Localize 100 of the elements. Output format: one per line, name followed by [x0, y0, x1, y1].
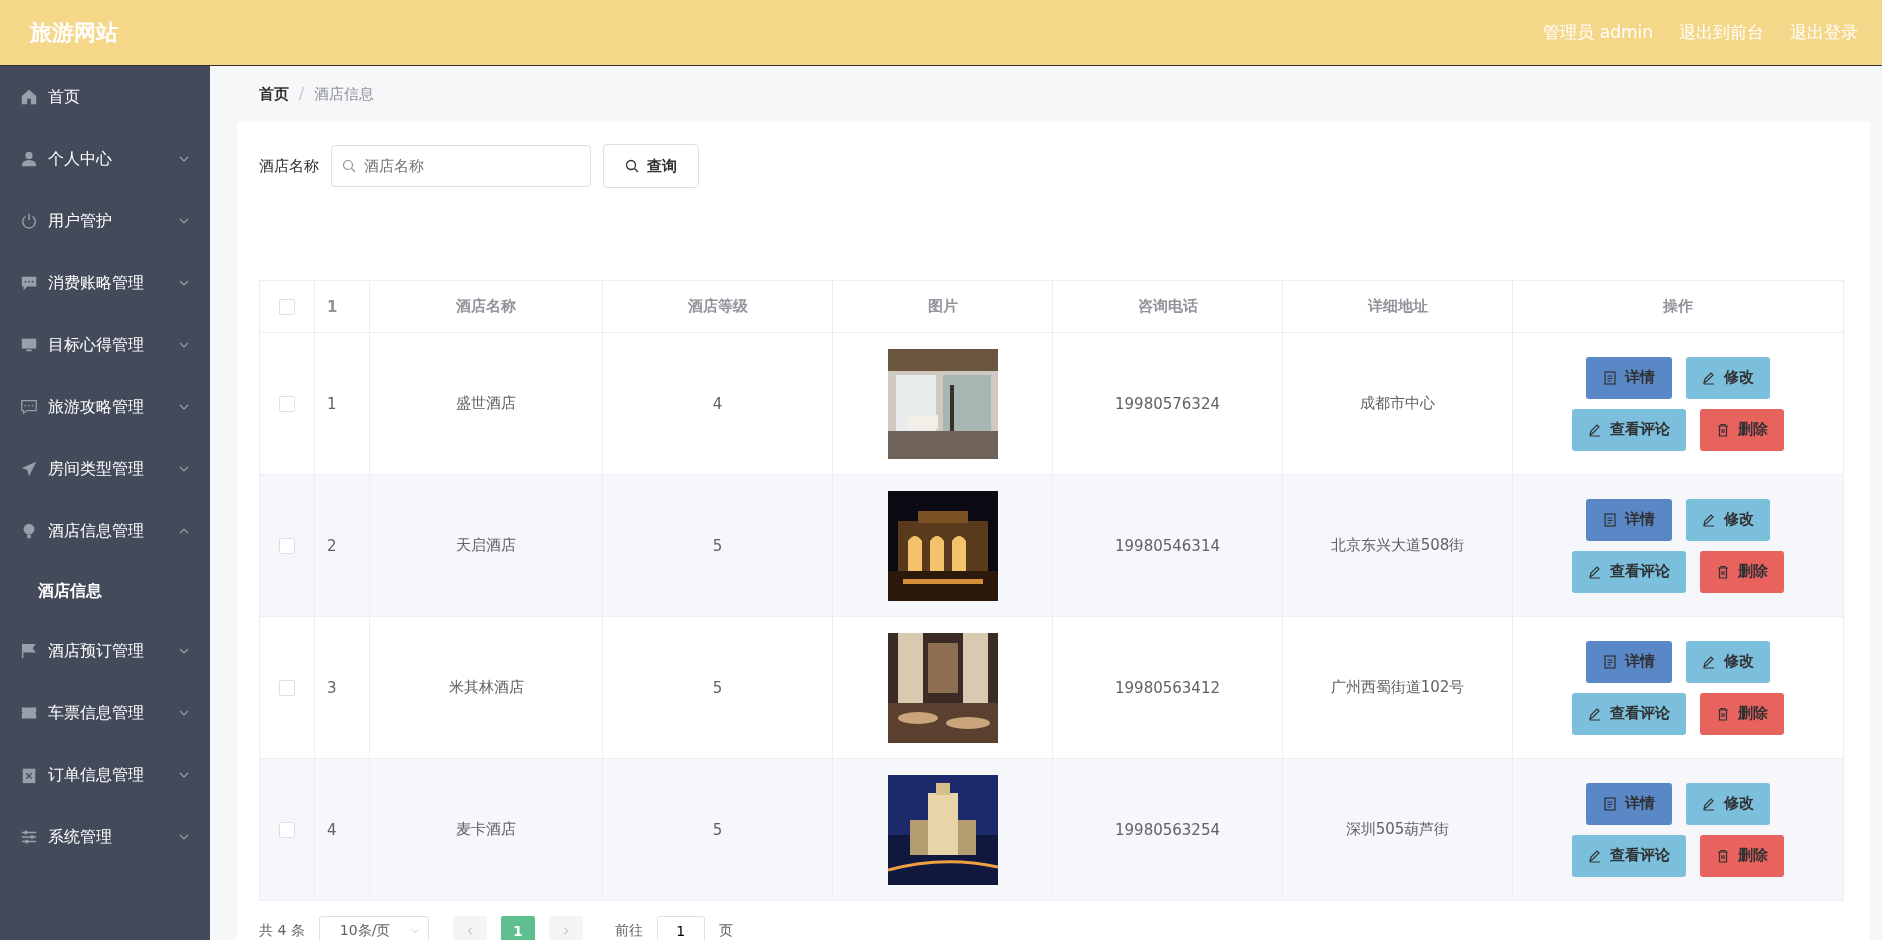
- chat-outline-icon: [20, 398, 38, 416]
- delete-button[interactable]: 删除: [1700, 834, 1784, 877]
- pencil-icon: [1702, 512, 1716, 527]
- sidebar-item[interactable]: 房间类型管理: [0, 438, 210, 500]
- checkbox[interactable]: [279, 396, 295, 412]
- checkbox[interactable]: [279, 822, 295, 838]
- trash-icon: [1716, 422, 1730, 437]
- sliders-icon: [20, 828, 38, 846]
- comments-button[interactable]: 查看评论: [1572, 550, 1686, 593]
- detail-button[interactable]: 详情: [1586, 640, 1672, 683]
- pencil-icon: [1588, 706, 1602, 721]
- table-cell: 2: [327, 536, 337, 555]
- breadcrumb-separator: /: [299, 85, 305, 103]
- table-cell: 3: [327, 678, 337, 697]
- search-icon: [625, 159, 639, 173]
- table-cell: 5: [712, 536, 723, 555]
- power-icon: [20, 212, 38, 230]
- document-icon: [1603, 370, 1617, 385]
- edit-button[interactable]: 修改: [1686, 640, 1770, 683]
- search-field[interactable]: 酒店名称: [331, 145, 591, 187]
- trash-icon: [1716, 564, 1730, 579]
- detail-button[interactable]: 详情: [1586, 498, 1672, 541]
- home-icon: [20, 88, 38, 106]
- search-label: 酒店名称: [259, 156, 319, 176]
- user-icon: [20, 150, 38, 168]
- table-cell: 麦卡酒店: [456, 820, 516, 838]
- edit-button[interactable]: 修改: [1686, 356, 1770, 399]
- pencil-icon: [1702, 370, 1716, 385]
- column-header: 酒店等级: [687, 297, 748, 315]
- table-cell: 19980546314: [1115, 536, 1220, 555]
- comments-button[interactable]: 查看评论: [1572, 692, 1686, 735]
- page-input[interactable]: 1: [656, 916, 705, 940]
- document-icon: [1603, 512, 1617, 527]
- table-cell: 19980563254: [1115, 820, 1220, 839]
- sidebar-item[interactable]: 酒店预订管理: [0, 620, 210, 682]
- document-icon: [1603, 796, 1617, 811]
- document-icon: [1603, 654, 1617, 669]
- checkbox[interactable]: [279, 538, 295, 554]
- page-suffix: 页: [718, 922, 733, 940]
- pencil-icon: [1702, 796, 1716, 811]
- table-cell: 深圳505葫芦街: [1345, 820, 1450, 838]
- sidebar-item[interactable]: 车票信息管理: [0, 682, 210, 744]
- monitor-icon: [20, 336, 38, 354]
- sidebar-item[interactable]: 订单信息管理: [0, 744, 210, 806]
- site-title: 旅游网站: [30, 18, 118, 47]
- trash-icon: [1716, 848, 1730, 863]
- next-page-button[interactable]: [548, 916, 583, 940]
- table-cell: 1: [327, 394, 337, 413]
- pencil-icon: [1588, 422, 1602, 437]
- comments-button[interactable]: 查看评论: [1572, 408, 1686, 451]
- flag-icon: [20, 642, 38, 660]
- search-icon: [342, 159, 356, 173]
- table-cell: 5: [712, 678, 723, 697]
- pencil-icon: [1588, 848, 1602, 863]
- table-cell: 成都市中心: [1360, 394, 1435, 412]
- table-cell: 广州西蜀街道102号: [1330, 678, 1465, 696]
- sidebar-item[interactable]: 用户管护: [0, 190, 210, 252]
- table-cell: 5: [712, 820, 723, 839]
- sidebar-item[interactable]: 酒店信息管理: [0, 500, 210, 562]
- checkbox[interactable]: [279, 680, 295, 696]
- sidebar-item[interactable]: 旅游攻略管理: [0, 376, 210, 438]
- comments-button[interactable]: 查看评论: [1572, 834, 1686, 877]
- sidebar-item[interactable]: 系统管理: [0, 806, 210, 868]
- table-cell: 4: [712, 394, 723, 413]
- breadcrumb-current: 酒店信息: [314, 84, 375, 104]
- sidebar-item[interactable]: 消费账略管理: [0, 252, 210, 314]
- previous-page-button[interactable]: [452, 916, 487, 940]
- detail-button[interactable]: 详情: [1586, 356, 1672, 399]
- checkbox[interactable]: [279, 299, 295, 315]
- column-header: 详细地址: [1367, 297, 1428, 315]
- sidebar-item[interactable]: 个人中心: [0, 128, 210, 190]
- column-header: 1: [327, 297, 338, 316]
- edit-button[interactable]: 修改: [1686, 498, 1770, 541]
- goto-label: 前往: [614, 922, 643, 940]
- column-header: 图片: [927, 297, 958, 315]
- delete-button[interactable]: 删除: [1700, 550, 1784, 593]
- table-cell: 天启酒店: [456, 536, 516, 554]
- table-cell: 米其林酒店: [448, 678, 524, 696]
- trash-icon: [1716, 706, 1730, 721]
- column-header: 操作: [1663, 297, 1693, 315]
- sidebar-item[interactable]: 目标心得管理: [0, 314, 210, 376]
- chat-icon: [20, 274, 38, 292]
- detail-button[interactable]: 详情: [1586, 782, 1672, 825]
- column-header: 酒店名称: [456, 297, 516, 315]
- delete-button[interactable]: 删除: [1700, 692, 1784, 735]
- search-button[interactable]: 查询: [603, 144, 699, 188]
- table-cell: 19980563412: [1115, 678, 1220, 697]
- delete-button[interactable]: 删除: [1700, 408, 1784, 451]
- edit-button[interactable]: 修改: [1686, 782, 1770, 825]
- table-cell: 4: [327, 820, 337, 839]
- page-size-select[interactable]: 10条/页: [318, 916, 429, 940]
- table-cell: 盛世酒店: [456, 394, 516, 412]
- sidebar-subitem[interactable]: 酒店信息: [0, 562, 210, 620]
- table-cell: 北京东兴大道508街: [1330, 536, 1465, 554]
- pencil-icon: [1588, 564, 1602, 579]
- table-cell: 19980576324: [1115, 394, 1220, 413]
- breadcrumb-link[interactable]: 首页: [259, 84, 289, 104]
- clipboard-icon: [20, 766, 38, 784]
- pencil-icon: [1702, 654, 1716, 669]
- sidebar-item[interactable]: 首页: [0, 66, 210, 128]
